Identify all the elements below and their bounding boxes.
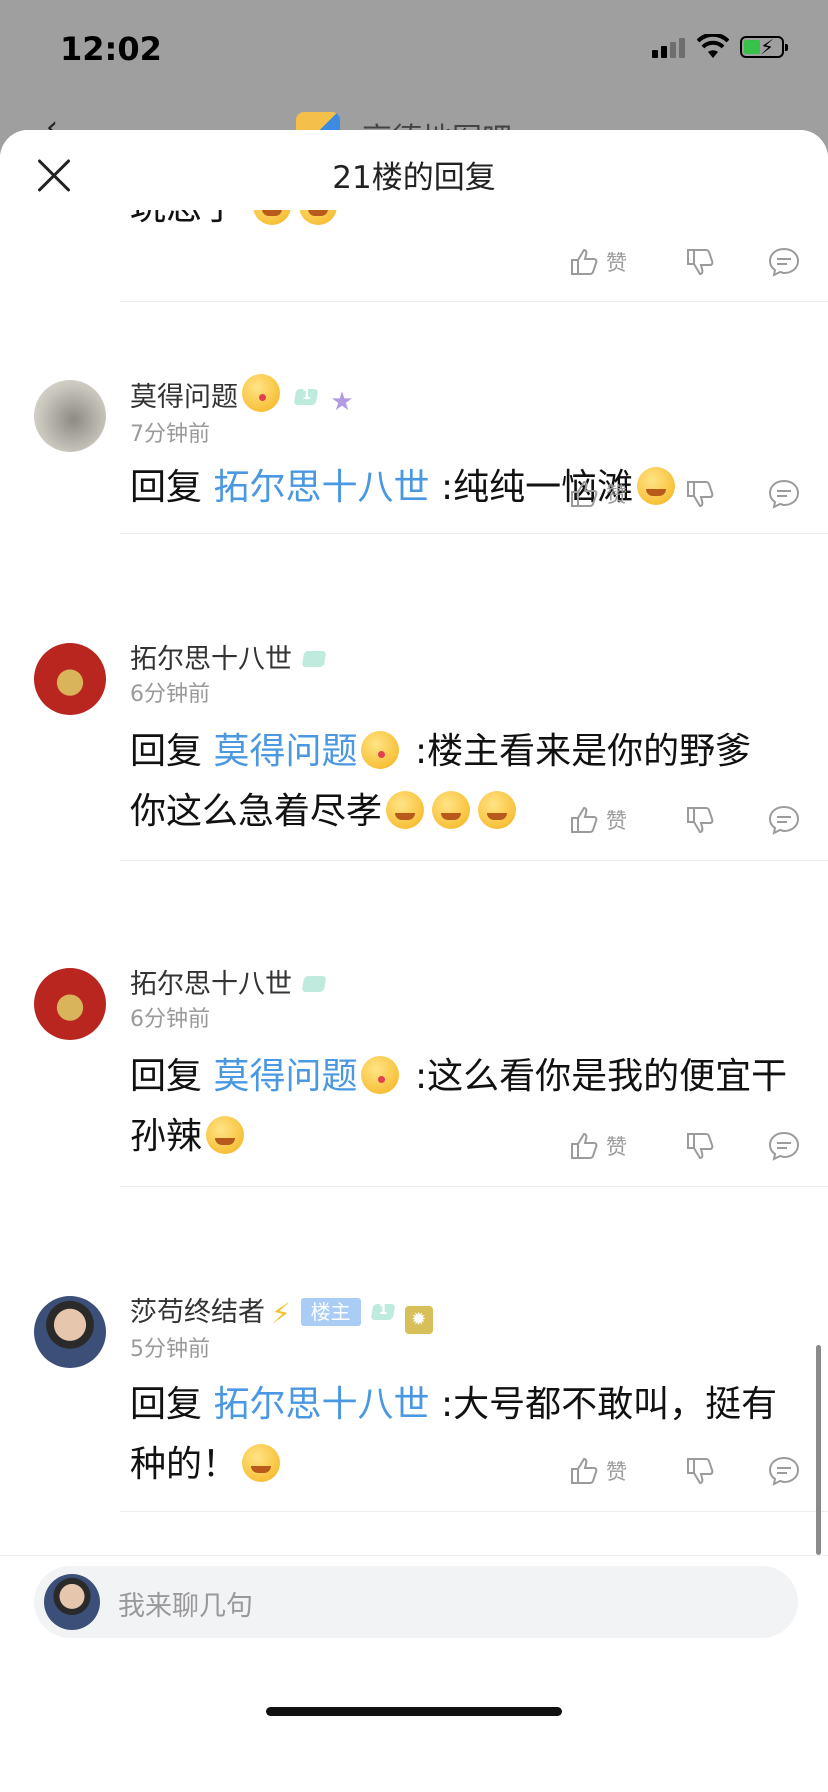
comment-bubble-icon <box>768 247 800 277</box>
laughing-emoji-icon <box>386 791 425 829</box>
avatar[interactable] <box>34 968 106 1040</box>
dislike-button[interactable] <box>684 1455 716 1487</box>
thumbs-down-icon <box>687 481 714 508</box>
thumbs-down-icon <box>687 249 714 276</box>
thumbs-up-icon <box>571 1132 598 1159</box>
thinking-emoji-icon <box>242 1444 281 1482</box>
avatar[interactable] <box>34 1296 106 1368</box>
comment-button[interactable] <box>768 1130 800 1162</box>
home-indicator[interactable] <box>266 1707 562 1716</box>
divider <box>120 533 828 534</box>
thumbs-down-icon <box>687 1458 714 1485</box>
dislike-button[interactable] <box>684 804 716 836</box>
level-badge-icon: 1 <box>292 386 322 408</box>
username-text: 拓尔思十八世 <box>130 969 292 1000</box>
like-button[interactable]: 赞 <box>568 1130 658 1162</box>
username[interactable]: 莫得问题 1 ★ <box>130 374 356 416</box>
kiss-emoji-icon <box>242 374 280 412</box>
level-badge-icon: 1 <box>369 1301 399 1323</box>
avatar[interactable] <box>34 380 106 452</box>
sheet-title: 21楼的回复 <box>332 160 496 196</box>
reply-prefix: 回复 <box>130 467 203 508</box>
username[interactable]: 拓尔思十八世 <box>130 637 330 676</box>
divider <box>120 1511 828 1512</box>
reply-actions: 赞 <box>568 472 800 516</box>
kiss-emoji-icon <box>361 1056 400 1094</box>
battery-icon: ⚡ <box>740 35 788 59</box>
reply-actions: 赞 <box>568 240 800 284</box>
reply-prefix: 回复 <box>130 1056 203 1097</box>
reply-time: 5分钟前 <box>130 1337 210 1362</box>
like-button[interactable]: 赞 <box>568 804 658 836</box>
comment-button[interactable] <box>768 804 800 836</box>
like-button[interactable]: 赞 <box>568 246 658 278</box>
kiss-emoji-icon <box>361 731 400 769</box>
lightning-icon: ⚡ <box>271 1297 291 1330</box>
username-text: 莎苟终结者 <box>130 1297 265 1328</box>
dislike-button[interactable] <box>684 246 716 278</box>
star-badge-icon: ★ <box>330 387 354 417</box>
username[interactable]: 莎苟终结者 ⚡ 楼主 1 ✹ <box>130 1290 433 1334</box>
reply-sheet: 21楼的回复 玩怂了 赞 莫得问题1★ 7分钟前 回复 拓尔思十八世 :纯纯一恼… <box>0 130 828 1792</box>
thumbs-down-icon <box>687 1133 714 1160</box>
reply-to-link[interactable]: 莫得问题 <box>213 731 357 772</box>
username[interactable]: 拓尔思十八世 <box>130 962 330 1001</box>
scrollbar[interactable] <box>816 1345 821 1555</box>
comment-bubble-icon <box>768 1131 800 1161</box>
like-label: 赞 <box>606 1135 627 1159</box>
like-label: 赞 <box>606 809 627 833</box>
reply-prefix: 回复 <box>130 731 203 772</box>
like-label: 赞 <box>606 251 627 275</box>
like-button[interactable]: 赞 <box>568 1455 658 1487</box>
reply-time: 6分钟前 <box>130 1007 210 1032</box>
comment-button[interactable] <box>768 1455 800 1487</box>
comment-bubble-icon <box>768 1456 800 1486</box>
reply-prefix: 回复 <box>130 1384 203 1425</box>
thumbs-up-icon <box>571 248 598 275</box>
reply-to-link[interactable]: 莫得问题 <box>213 1056 357 1097</box>
divider <box>120 1186 828 1187</box>
divider <box>120 301 828 302</box>
sheet-header: 21楼的回复 <box>0 130 828 210</box>
level-badge-icon <box>300 973 330 995</box>
like-label: 赞 <box>606 1460 627 1484</box>
sun-badge-icon: ✹ <box>404 1306 433 1334</box>
reply-time: 6分钟前 <box>130 682 210 707</box>
status-bar: 12:02 ⚡ <box>0 0 828 100</box>
laughing-emoji-icon <box>478 791 517 829</box>
level-badge-icon <box>300 648 330 670</box>
like-label: 赞 <box>606 483 627 507</box>
status-time: 12:02 <box>60 30 162 68</box>
reply-time: 7分钟前 <box>130 422 210 447</box>
username-text: 拓尔思十八世 <box>130 644 292 675</box>
reply-to-link[interactable]: 拓尔思十八世 <box>213 467 429 508</box>
my-avatar <box>44 1574 100 1630</box>
reply-actions: 赞 <box>568 798 800 842</box>
comment-input-placeholder: 我来聊几句 <box>118 1591 253 1622</box>
comment-bubble-icon <box>768 479 800 509</box>
like-button[interactable]: 赞 <box>568 478 658 510</box>
thumbs-up-icon <box>571 1457 598 1484</box>
dislike-button[interactable] <box>684 478 716 510</box>
reply-actions: 赞 <box>568 1124 800 1168</box>
thumbs-up-icon <box>571 806 598 833</box>
thumbs-up-icon <box>571 480 598 507</box>
divider <box>120 860 828 861</box>
owner-badge: 楼主 <box>300 1298 361 1326</box>
cellular-signal-icon <box>652 38 688 58</box>
wifi-icon <box>697 34 729 58</box>
comment-input[interactable]: 我来聊几句 <box>34 1566 798 1638</box>
grinning-emoji-icon <box>206 1116 245 1154</box>
comment-button[interactable] <box>768 478 800 510</box>
username-text: 莫得问题 <box>130 382 238 413</box>
comment-button[interactable] <box>768 246 800 278</box>
avatar[interactable] <box>34 643 106 715</box>
laughing-emoji-icon <box>432 791 471 829</box>
reply-actions: 赞 <box>568 1449 800 1493</box>
dislike-button[interactable] <box>684 1130 716 1162</box>
comment-footer: 我来聊几句 <box>0 1555 828 1792</box>
comment-bubble-icon <box>768 805 800 835</box>
reply-to-link[interactable]: 拓尔思十八世 <box>213 1384 429 1425</box>
thumbs-down-icon <box>687 807 714 834</box>
